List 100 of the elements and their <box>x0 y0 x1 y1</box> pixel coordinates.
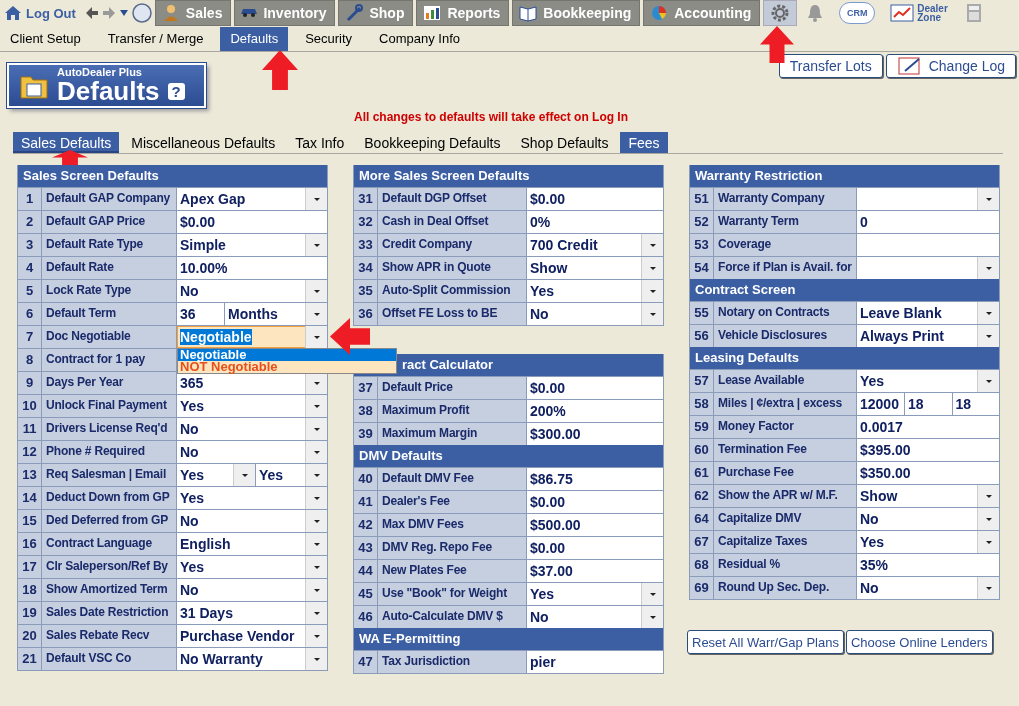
caret-icon[interactable] <box>305 326 327 348</box>
caret-icon[interactable] <box>977 577 999 599</box>
select-field[interactable]: Apex Gap <box>177 188 327 210</box>
caret-icon[interactable] <box>305 303 327 325</box>
menu-item[interactable]: Client Setup <box>0 27 91 51</box>
text-field[interactable]: $0.00 <box>527 188 663 210</box>
avatar-icon[interactable] <box>131 3 152 23</box>
text-field[interactable]: $37.00 <box>527 560 663 582</box>
caret-icon[interactable] <box>305 579 327 601</box>
select-field[interactable]: Yes <box>527 583 663 605</box>
caret-icon[interactable] <box>641 606 663 628</box>
caret-icon[interactable] <box>977 370 999 392</box>
dropdown-option[interactable]: Negotiable <box>178 349 396 361</box>
select-field[interactable]: Yes <box>177 464 255 486</box>
sub-tab[interactable]: Fees <box>620 132 668 153</box>
chart-icon[interactable] <box>890 4 915 22</box>
caret-icon[interactable] <box>977 325 999 347</box>
caret-icon[interactable] <box>233 464 255 486</box>
sub-tab[interactable]: Miscellaneous Defaults <box>123 132 284 153</box>
text-field[interactable]: pier <box>527 651 663 673</box>
text-field[interactable]: $0.00 <box>527 537 663 559</box>
text-field[interactable]: $86.75 <box>527 468 663 490</box>
menu-item[interactable]: Security <box>295 27 363 51</box>
text-field[interactable]: 0 <box>857 211 999 233</box>
caret-icon[interactable] <box>305 533 327 555</box>
select-field[interactable]: No <box>857 508 999 530</box>
caret-icon[interactable] <box>977 257 999 279</box>
caret-icon[interactable] <box>977 188 999 210</box>
select-field[interactable]: Show <box>527 257 663 279</box>
select-field[interactable]: Always Print <box>857 325 999 347</box>
settings-icon[interactable] <box>770 3 791 23</box>
caret-icon[interactable] <box>641 257 663 279</box>
text-field[interactable]: $0.00 <box>527 491 663 513</box>
caret-icon[interactable] <box>641 280 663 302</box>
select-field[interactable]: Yes <box>857 370 999 392</box>
sub-tab[interactable]: Sales Defaults <box>13 132 120 153</box>
caret-icon[interactable] <box>305 188 327 210</box>
caret-icon[interactable] <box>305 234 327 256</box>
text-field[interactable]: 12000 <box>857 393 904 415</box>
select-field[interactable]: Show <box>857 485 999 507</box>
header-button[interactable]: Change Log <box>885 54 1016 78</box>
text-field[interactable]: $500.00 <box>527 514 663 536</box>
dropdown-list[interactable]: Negotiable NOT Negotiable <box>177 348 397 374</box>
caret-icon[interactable] <box>641 583 663 605</box>
sub-tab[interactable]: Shop Defaults <box>512 132 617 153</box>
caret-icon[interactable] <box>977 302 999 324</box>
text-field[interactable]: 36 <box>177 303 224 325</box>
sub-tab[interactable]: Bookkeeping Defaults <box>356 132 509 153</box>
caret-icon[interactable] <box>305 280 327 302</box>
text-field[interactable]: $300.00 <box>527 423 663 445</box>
calculator-icon[interactable] <box>966 3 983 23</box>
select-field[interactable]: 31 Days <box>177 602 327 624</box>
caret-icon[interactable] <box>305 510 327 532</box>
select-field[interactable]: Leave Blank <box>857 302 999 324</box>
caret-icon[interactable] <box>305 602 327 624</box>
select-field[interactable]: English <box>177 533 327 555</box>
caret-icon[interactable] <box>641 234 663 256</box>
select-field[interactable]: No Warranty <box>177 648 327 670</box>
menu-item[interactable]: Company Info <box>369 27 471 51</box>
select-field[interactable]: Yes <box>177 556 327 578</box>
select-field[interactable]: No <box>177 441 327 463</box>
select-field[interactable]: Purchase Vendor <box>177 625 327 647</box>
sub-tab[interactable]: Tax Info <box>287 132 353 153</box>
bell-icon[interactable] <box>806 3 825 23</box>
menu-item[interactable]: Transfer / Merge <box>97 27 214 51</box>
action-button[interactable]: Choose Online Lenders <box>845 630 993 654</box>
logout-link[interactable]: Log Out <box>0 5 76 21</box>
caret-icon[interactable] <box>305 372 327 394</box>
select-field[interactable]: Simple <box>177 234 327 256</box>
select-field[interactable]: No <box>527 606 663 628</box>
text-field[interactable]: $0.00 <box>177 211 327 233</box>
select-field[interactable]: No <box>857 577 999 599</box>
caret-icon[interactable] <box>977 508 999 530</box>
select-field[interactable]: No <box>177 510 327 532</box>
caret-icon[interactable] <box>305 625 327 647</box>
select-field[interactable]: No <box>527 303 663 325</box>
select-field[interactable]: 700 Credit <box>527 234 663 256</box>
caret-icon[interactable] <box>305 441 327 463</box>
caret-icon[interactable] <box>977 485 999 507</box>
select-field[interactable]: No <box>177 579 327 601</box>
action-button[interactable]: Reset All Warr/Gap Plans <box>687 630 844 654</box>
select-field[interactable]: Yes <box>177 395 327 417</box>
select-field[interactable]: Yes <box>177 487 327 509</box>
text-field[interactable]: $350.00 <box>857 462 999 484</box>
select-field[interactable]: Yes <box>527 280 663 302</box>
back-arrow-icon[interactable] <box>84 6 99 20</box>
text-field[interactable]: 0% <box>527 211 663 233</box>
caret-icon[interactable] <box>305 395 327 417</box>
caret-icon[interactable] <box>305 418 327 440</box>
menu-item[interactable]: Defaults <box>220 27 289 51</box>
caret-icon[interactable] <box>641 303 663 325</box>
caret-icon[interactable] <box>305 487 327 509</box>
select-field[interactable]: Yes <box>857 531 999 553</box>
crm-button[interactable]: CRM <box>839 2 876 24</box>
caret-icon[interactable] <box>977 531 999 553</box>
caret-icon[interactable] <box>305 556 327 578</box>
caret-icon[interactable] <box>305 464 327 486</box>
help-button[interactable]: ? <box>167 82 185 100</box>
text-field[interactable]: $395.00 <box>857 439 999 461</box>
text-field[interactable]: 200% <box>527 400 663 422</box>
